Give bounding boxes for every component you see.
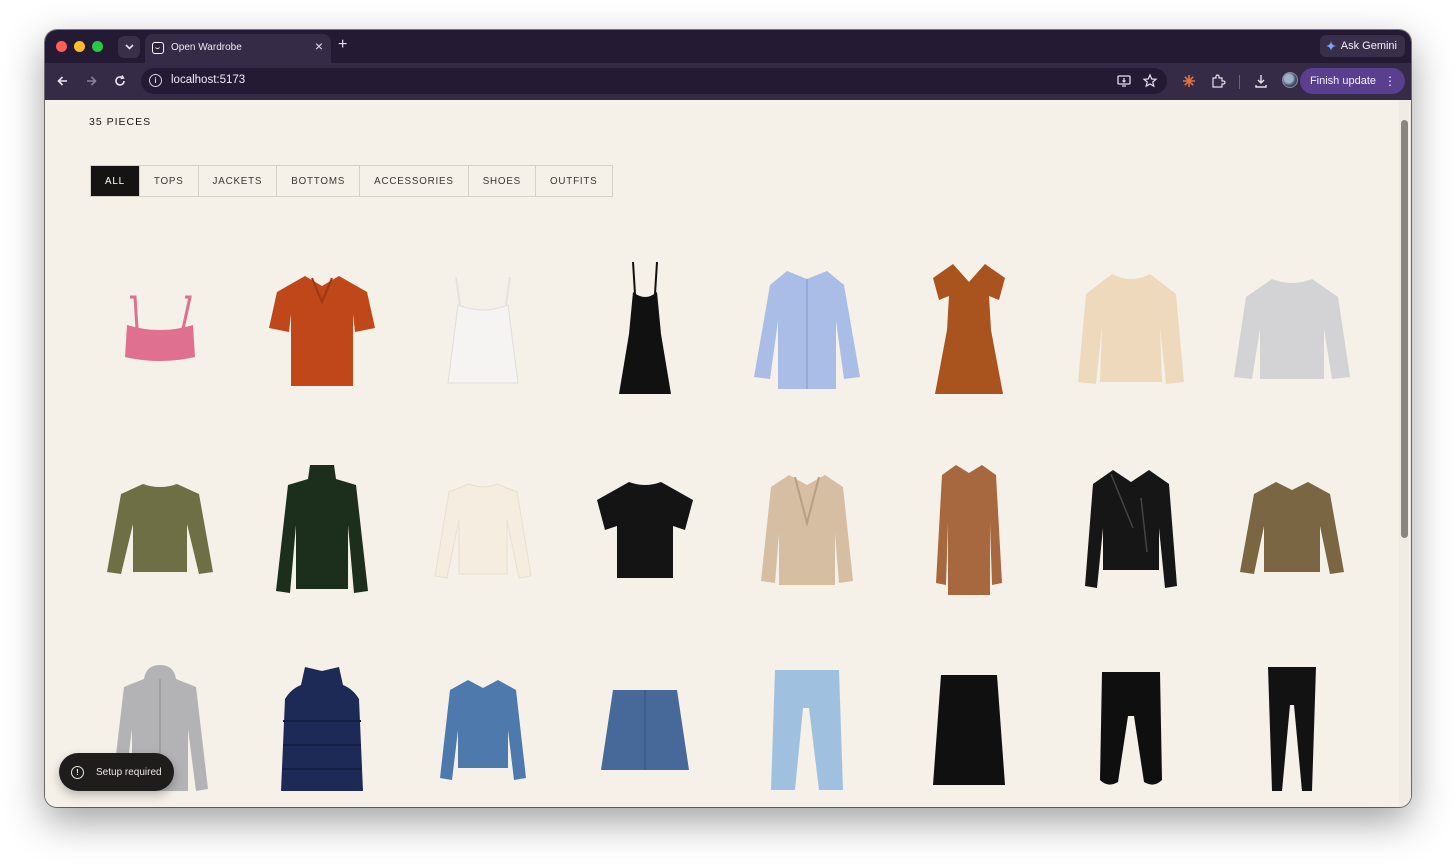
filter-tops[interactable]: TOPS <box>139 166 199 196</box>
setup-required-label: Setup required <box>96 766 162 778</box>
item-denim-skirt[interactable] <box>564 630 726 807</box>
setup-required-toast[interactable]: ! Setup required <box>59 753 174 791</box>
filter-jackets[interactable]: JACKETS <box>198 166 278 196</box>
item-black-slip-dress[interactable] <box>564 230 726 430</box>
browser-toolbar: i localhost:5173 Finish update ⋮ <box>45 63 1411 100</box>
forward-arrow-icon[interactable] <box>82 72 100 90</box>
filter-all[interactable]: ALL <box>91 166 140 196</box>
item-black-tshirt[interactable] <box>564 430 726 630</box>
extension-burst-icon[interactable] <box>1181 73 1197 89</box>
filter-shoes[interactable]: SHOES <box>468 166 537 196</box>
item-cream-knit-sweater[interactable] <box>1050 230 1212 430</box>
reload-icon[interactable] <box>111 72 129 90</box>
install-app-icon[interactable] <box>1116 73 1132 89</box>
item-camel-coat[interactable] <box>888 430 1050 630</box>
item-navy-puffer-vest[interactable] <box>241 630 403 807</box>
item-white-ribbed-tank[interactable] <box>403 230 565 430</box>
back-arrow-icon[interactable] <box>54 72 72 90</box>
filter-bottoms[interactable]: BOTTOMS <box>277 166 361 196</box>
ask-gemini-label: Ask Gemini <box>1340 40 1397 52</box>
more-menu-icon[interactable]: ⋮ <box>1384 74 1396 88</box>
extensions-puzzle-icon[interactable] <box>1210 73 1226 89</box>
category-filter-bar: ALL TOPS JACKETS BOTTOMS ACCESSORIES SHO… <box>90 165 613 197</box>
item-pink-sports-bra[interactable] <box>79 230 241 430</box>
item-olive-work-jacket[interactable] <box>1212 430 1374 630</box>
gemini-sparkle-icon <box>1325 41 1336 51</box>
item-cream-long-sleeve[interactable] <box>403 430 565 630</box>
finish-update-label: Finish update <box>1309 75 1376 87</box>
item-light-wash-jeans[interactable] <box>726 630 888 807</box>
wardrobe-page: 35 PIECES ALL TOPS JACKETS BOTTOMS ACCES… <box>45 100 1411 807</box>
item-black-joggers[interactable] <box>1050 630 1212 807</box>
close-tab-icon[interactable]: × <box>315 39 323 53</box>
piece-count: 35 PIECES <box>89 116 152 128</box>
item-olive-henley[interactable] <box>79 430 241 630</box>
site-info-icon[interactable]: i <box>149 74 162 87</box>
close-window-button[interactable] <box>56 41 67 52</box>
filter-accessories[interactable]: ACCESSORIES <box>360 166 469 196</box>
item-light-blue-button-shirt[interactable] <box>726 230 888 430</box>
zoom-window-button[interactable] <box>92 41 103 52</box>
item-rust-wrap-dress[interactable] <box>888 230 1050 430</box>
item-denim-jacket[interactable] <box>403 630 565 807</box>
new-tab-button[interactable]: + <box>338 35 347 55</box>
item-black-leather-jacket[interactable] <box>1050 430 1212 630</box>
address-bar[interactable]: i localhost:5173 <box>141 68 1167 94</box>
bookmark-star-icon[interactable] <box>1142 73 1158 89</box>
profile-avatar-icon[interactable] <box>1282 72 1298 88</box>
browser-window: Open Wardrobe × + Ask Gemini i localhost… <box>45 30 1411 807</box>
minimize-window-button[interactable] <box>74 41 85 52</box>
item-black-pleated-skirt[interactable] <box>888 630 1050 807</box>
favicon-icon <box>152 42 164 54</box>
item-black-leggings[interactable] <box>1212 630 1374 807</box>
filter-outfits[interactable]: OUTFITS <box>536 166 612 196</box>
chevron-down-icon <box>124 44 134 50</box>
scrollbar-thumb[interactable] <box>1401 120 1408 538</box>
tab-search-button[interactable] <box>118 36 140 58</box>
toolbar-divider <box>1239 75 1240 89</box>
scrollbar-track[interactable] <box>1399 100 1411 807</box>
tab-strip: Open Wardrobe × + Ask Gemini <box>45 30 1411 63</box>
item-dark-green-turtleneck[interactable] <box>241 430 403 630</box>
browser-tab[interactable]: Open Wardrobe × <box>145 34 331 63</box>
item-grey-sweatshirt[interactable] <box>1212 230 1374 430</box>
tab-title: Open Wardrobe <box>171 42 242 53</box>
download-icon[interactable] <box>1253 73 1269 89</box>
wardrobe-grid <box>79 230 1374 807</box>
ask-gemini-button[interactable]: Ask Gemini <box>1319 35 1405 57</box>
alert-circle-icon: ! <box>71 765 84 779</box>
item-beige-blazer[interactable] <box>726 430 888 630</box>
item-rust-polo-shirt[interactable] <box>241 230 403 430</box>
finish-update-button[interactable]: Finish update ⋮ <box>1299 68 1405 94</box>
url-text: localhost:5173 <box>171 74 246 86</box>
